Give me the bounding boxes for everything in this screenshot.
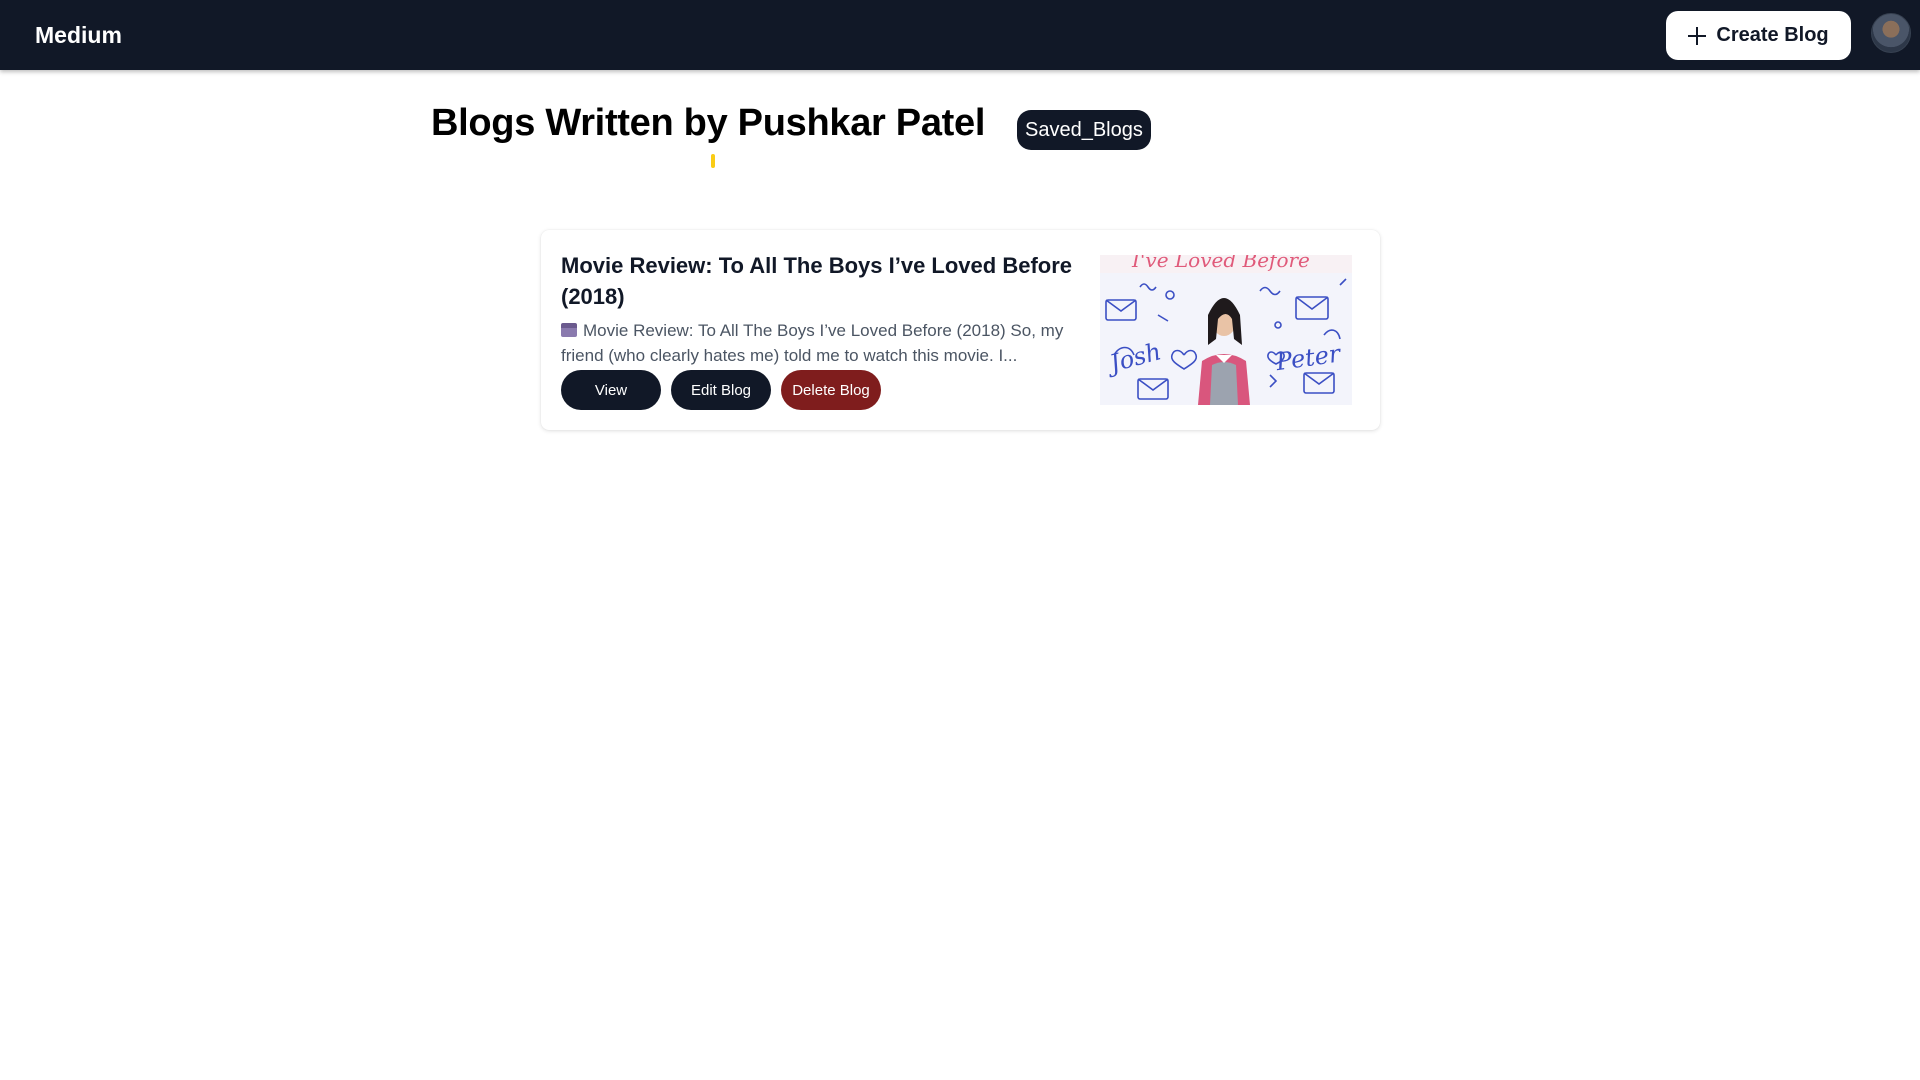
blog-actions: View Edit Blog Delete Blog: [561, 370, 881, 410]
view-button[interactable]: View: [561, 370, 661, 410]
plus-icon: [1688, 26, 1707, 45]
clapper-board-icon: [561, 323, 577, 337]
edit-blog-button[interactable]: Edit Blog: [671, 370, 771, 410]
page-title: Blogs Written by Pushkar Patel: [431, 102, 986, 144]
top-navbar: Medium Create Blog: [0, 0, 1920, 70]
blog-excerpt-text: Movie Review: To All The Boys I’ve Loved…: [561, 321, 1064, 365]
poster-header-text: I've Loved Before: [1131, 255, 1310, 272]
blog-title: Movie Review: To All The Boys I’ve Loved…: [561, 253, 1073, 309]
text-cursor-icon: [711, 154, 715, 168]
movie-poster-image: I've Loved Before Josh Peter: [1100, 255, 1352, 405]
blog-excerpt: Movie Review: To All The Boys I’ve Loved…: [561, 318, 1086, 368]
create-blog-label: Create Blog: [1716, 24, 1829, 46]
brand-logo[interactable]: Medium: [35, 22, 122, 49]
avatar[interactable]: [1871, 13, 1911, 53]
blog-thumbnail[interactable]: I've Loved Before Josh Peter: [1100, 255, 1352, 405]
delete-blog-button[interactable]: Delete Blog: [781, 370, 881, 410]
saved-blogs-badge[interactable]: Saved_Blogs: [1017, 110, 1151, 150]
blog-card: Movie Review: To All The Boys I’ve Loved…: [541, 230, 1380, 430]
create-blog-button[interactable]: Create Blog: [1666, 11, 1851, 60]
